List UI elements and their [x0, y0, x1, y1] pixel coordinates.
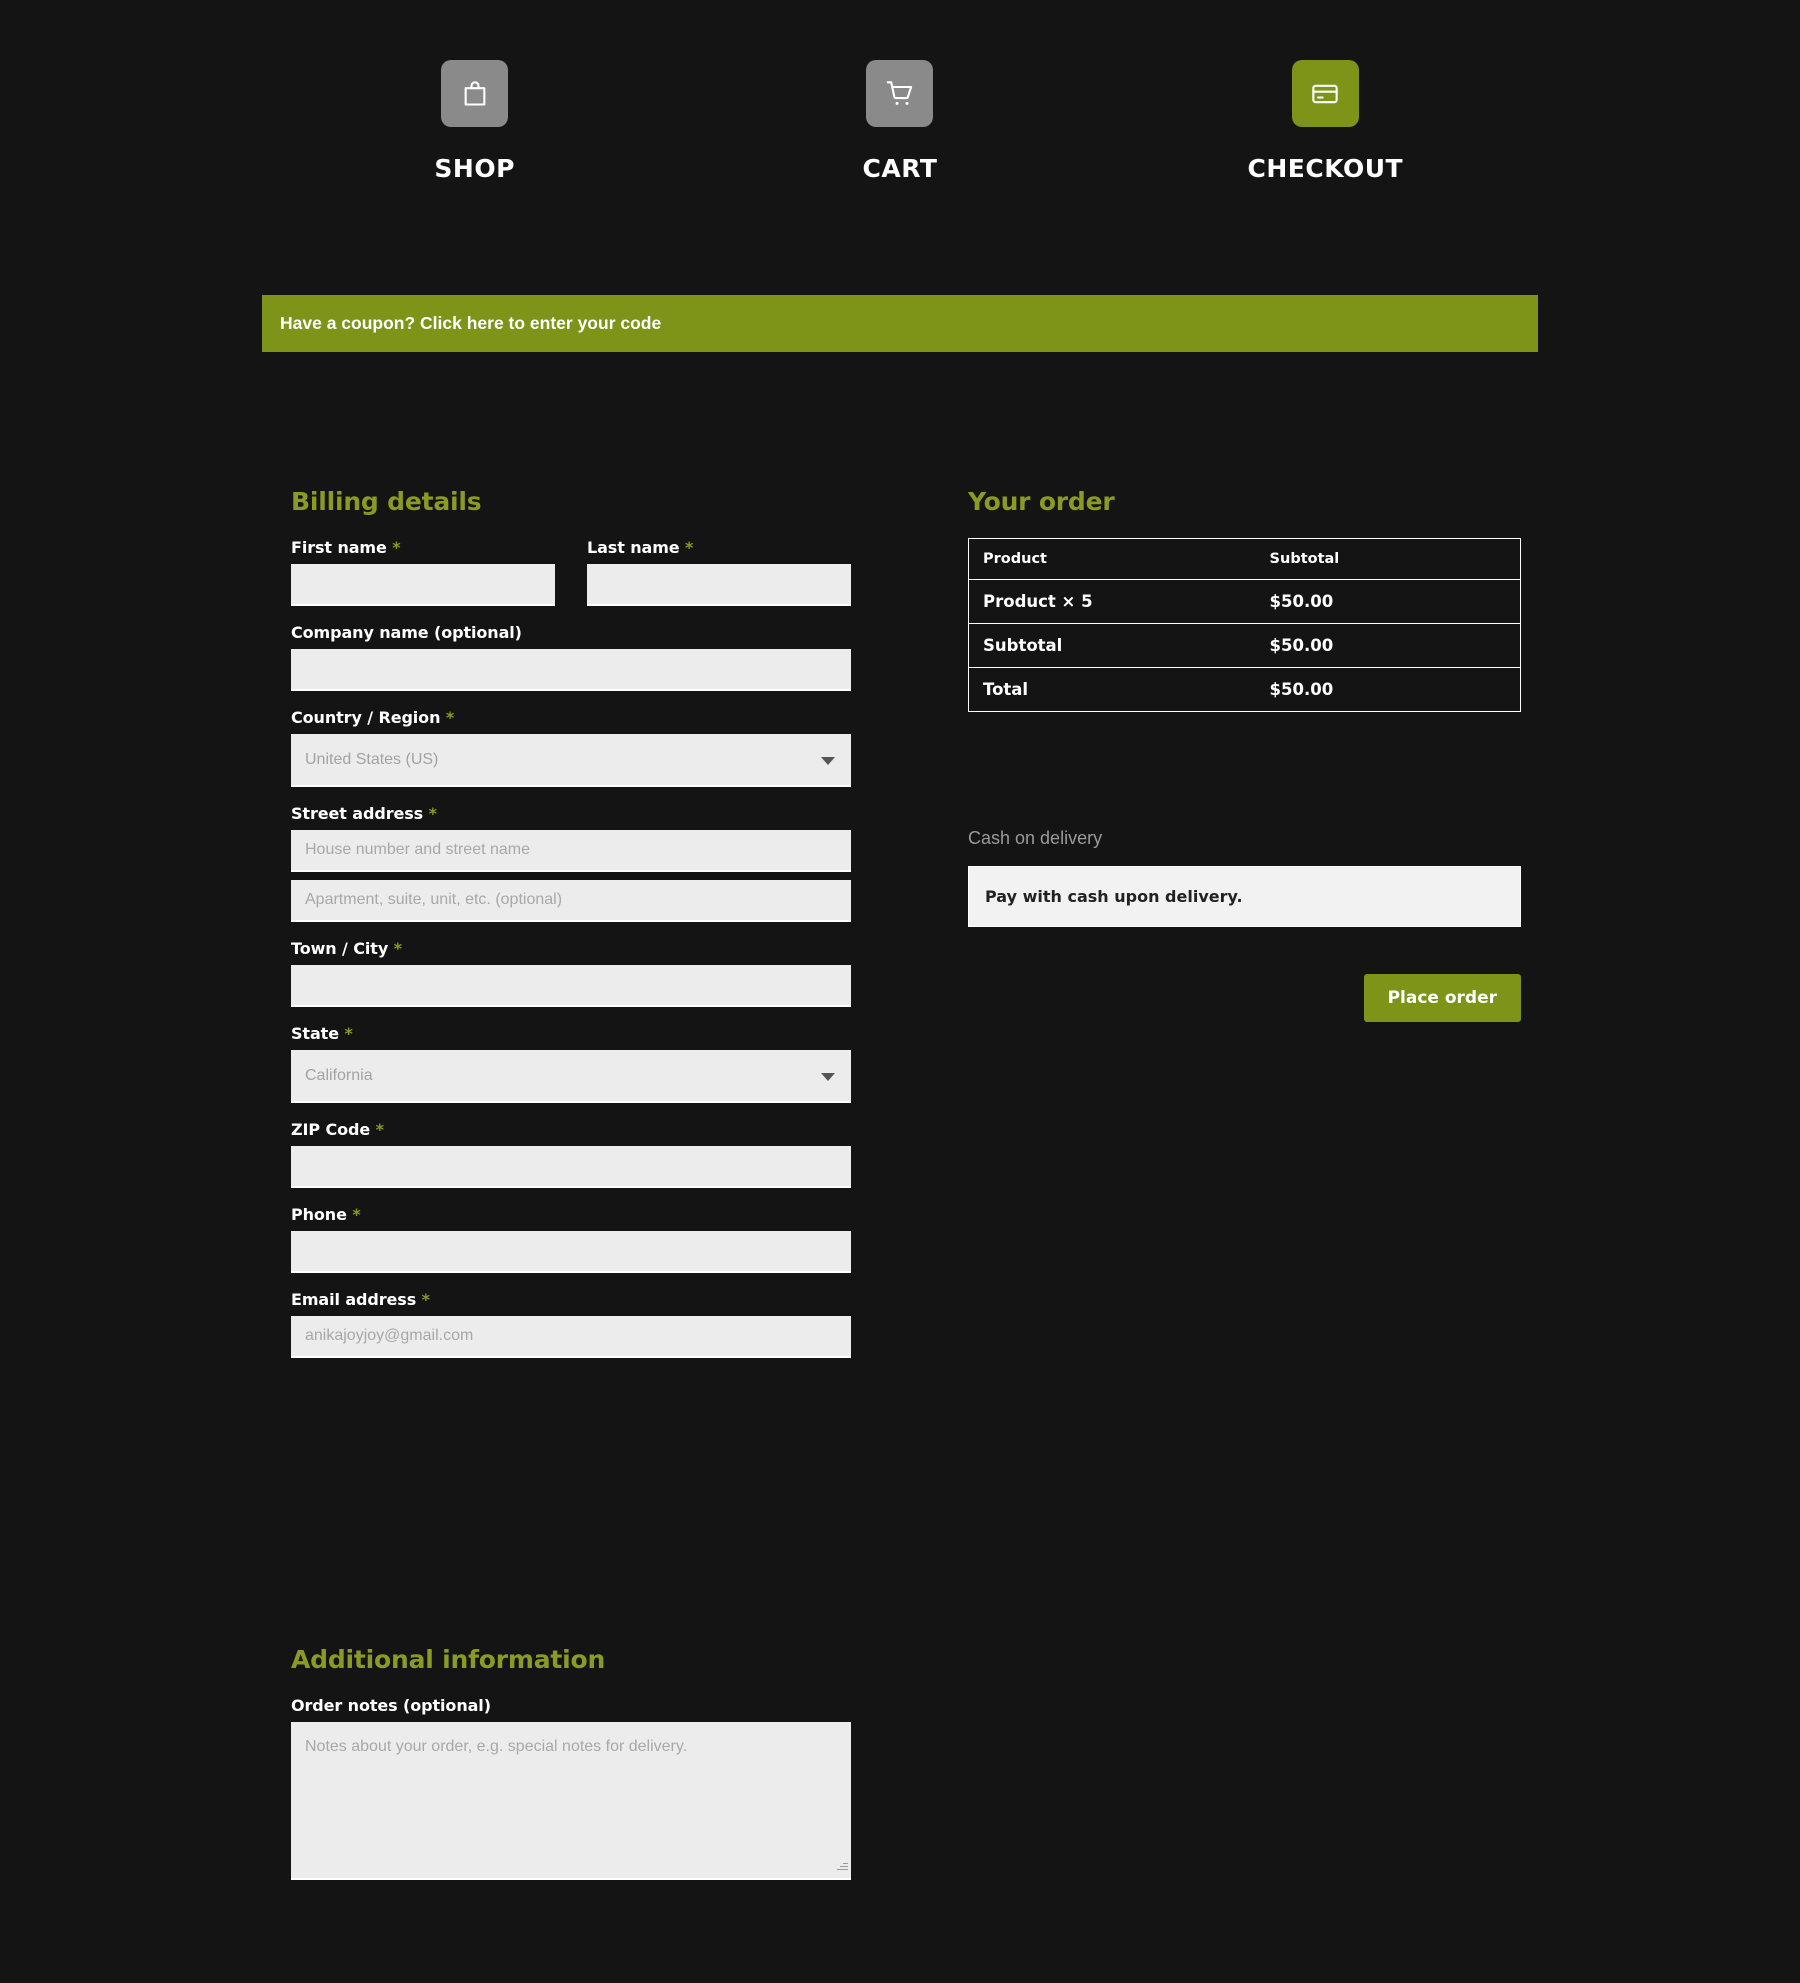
label-company: Company name (optional) [291, 623, 522, 642]
order-row-amount: $50.00 [1269, 592, 1334, 611]
required-asterisk: * [375, 1120, 384, 1139]
field-zip: ZIP Code * [291, 1120, 851, 1188]
order-table-header-row: Product Subtotal [968, 539, 1521, 580]
required-asterisk: * [685, 538, 694, 557]
field-email: Email address * [291, 1290, 851, 1358]
billing-details-section: Billing details First name * Last name *… [291, 487, 851, 1375]
step-shop[interactable]: SHOP [262, 60, 687, 183]
shop-step-icon-box[interactable] [441, 60, 509, 127]
checkout-steps: SHOP CART CHECKOUT [262, 60, 1538, 183]
field-country: Country / Region * United States (US) [291, 708, 851, 787]
phone-input[interactable] [291, 1231, 851, 1273]
step-checkout[interactable]: CHECKOUT [1113, 60, 1538, 183]
label-last-name: Last name * [587, 538, 851, 557]
label-city: Town / City * [291, 939, 851, 958]
label-email: Email address * [291, 1290, 851, 1309]
label-country-text: Country / Region [291, 708, 441, 727]
order-notes-textarea[interactable] [291, 1722, 851, 1880]
order-header-subtotal: Subtotal [1269, 551, 1340, 567]
required-asterisk: * [392, 538, 401, 557]
label-street-address: Street address * [291, 804, 851, 823]
order-notes-wrap [291, 1722, 851, 1880]
label-first-name-text: First name [291, 538, 387, 557]
street-address-1-input[interactable] [291, 830, 851, 872]
label-phone: Phone * [291, 1205, 851, 1224]
label-state: State * [291, 1024, 851, 1043]
order-row-name: Product × 5 [983, 592, 1093, 611]
field-city: Town / City * [291, 939, 851, 1007]
billing-details-title: Billing details [291, 487, 482, 516]
step-label-shop: SHOP [434, 154, 515, 183]
street-address-2-input[interactable] [291, 880, 851, 922]
table-row: Subtotal $50.00 [968, 624, 1521, 668]
country-select[interactable]: United States (US) [291, 734, 851, 787]
step-cart[interactable]: CART [687, 60, 1112, 183]
field-phone: Phone * [291, 1205, 851, 1273]
your-order-title: Your order [968, 487, 1115, 516]
payment-method-description: Pay with cash upon delivery. [968, 866, 1521, 927]
place-order-wrap: Place order [968, 974, 1521, 1022]
label-last-name-text: Last name [587, 538, 680, 557]
name-row: First name * Last name * [291, 538, 851, 623]
field-last-name: Last name * [587, 538, 851, 606]
required-asterisk: * [445, 708, 455, 727]
required-asterisk: * [428, 804, 437, 823]
required-asterisk: * [352, 1205, 361, 1224]
checkout-step-icon-box[interactable] [1291, 60, 1359, 127]
field-company: Company name (optional) [291, 623, 851, 691]
coupon-banner[interactable]: Have a coupon? Click here to enter your … [262, 295, 1538, 352]
label-first-name: First name * [291, 538, 555, 557]
company-input[interactable] [291, 649, 851, 691]
order-summary-table: Product Subtotal Product × 5 $50.00 Subt… [968, 538, 1521, 712]
field-first-name: First name * [291, 538, 555, 606]
state-select-wrap[interactable]: California [291, 1050, 851, 1103]
order-row-name: Total [983, 680, 1029, 699]
field-state: State * California [291, 1024, 851, 1103]
field-order-notes: Order notes (optional) [291, 1696, 851, 1880]
required-asterisk: * [393, 939, 402, 958]
order-row-name: Subtotal [983, 636, 1063, 655]
label-city-text: Town / City [291, 939, 389, 958]
additional-information-section: Additional information Order notes (opti… [291, 1645, 851, 1897]
label-street-address-text: Street address [291, 804, 424, 823]
credit-card-icon [1311, 80, 1339, 108]
label-email-text: Email address [291, 1290, 417, 1309]
zip-input[interactable] [291, 1146, 851, 1188]
order-header-product: Product [983, 551, 1047, 567]
country-select-wrap[interactable]: United States (US) [291, 734, 851, 787]
shopping-bag-icon [461, 80, 489, 108]
additional-information-title: Additional information [291, 1645, 606, 1674]
label-phone-text: Phone [291, 1205, 347, 1224]
payment-method-title: Cash on delivery [968, 828, 1103, 848]
step-label-checkout: CHECKOUT [1247, 154, 1404, 183]
email-input[interactable] [291, 1316, 851, 1358]
step-label-cart: CART [862, 154, 938, 183]
order-row-amount: $50.00 [1269, 680, 1334, 699]
shopping-cart-icon [886, 80, 914, 108]
label-country: Country / Region * [291, 708, 851, 727]
state-select[interactable]: California [291, 1050, 851, 1103]
order-review-section: Your order Product Subtotal Product × 5 … [968, 487, 1521, 1022]
required-asterisk: * [344, 1024, 353, 1043]
coupon-banner-text[interactable]: Have a coupon? Click here to enter your … [280, 313, 661, 334]
order-table-head: Product Subtotal [968, 539, 1521, 580]
cart-step-icon-box[interactable] [866, 60, 934, 127]
label-zip-text: ZIP Code [291, 1120, 371, 1139]
order-row-amount: $50.00 [1269, 636, 1334, 655]
label-order-notes: Order notes (optional) [291, 1696, 491, 1715]
table-row: Product × 5 $50.00 [968, 580, 1521, 624]
first-name-input[interactable] [291, 564, 555, 606]
required-asterisk: * [421, 1290, 430, 1309]
last-name-input[interactable] [587, 564, 851, 606]
label-zip: ZIP Code * [291, 1120, 851, 1139]
order-table-body: Product × 5 $50.00 Subtotal $50.00 Total… [968, 580, 1521, 712]
field-street-address: Street address * [291, 804, 851, 922]
label-state-text: State [291, 1024, 339, 1043]
city-input[interactable] [291, 965, 851, 1007]
table-row: Total $50.00 [969, 668, 1521, 712]
checkout-page: SHOP CART CHECKOUT Have a coupon? Click … [0, 0, 1800, 1983]
place-order-button[interactable]: Place order [1363, 974, 1521, 1022]
